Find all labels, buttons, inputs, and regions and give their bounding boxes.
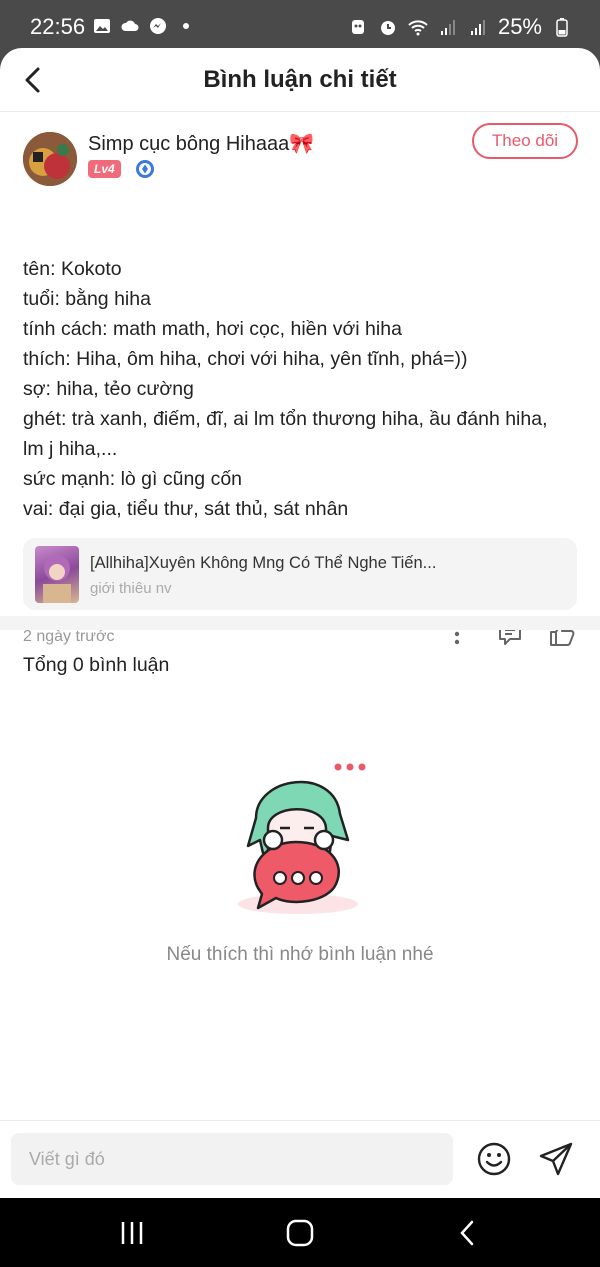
post-line: tuổi: bằng hiha <box>23 288 151 310</box>
system-nav-bar <box>0 1198 600 1267</box>
follow-button[interactable]: Theo dõi <box>472 123 578 159</box>
section-divider <box>0 616 600 630</box>
alarm-icon <box>380 21 395 35</box>
comment-input-bar <box>0 1120 600 1198</box>
book-subtitle: giới thiêu nv <box>90 580 172 597</box>
post-line: sức mạnh: lò gì cũng cốn <box>23 468 243 490</box>
author-name[interactable]: Simp cục bông Hihaaa🎀 <box>88 131 314 156</box>
comment-detail-sheet: Bình luận chi tiết Simp cục bông Hihaaa🎀… <box>0 48 600 1198</box>
post-timestamp: 2 ngày trước <box>23 628 115 645</box>
status-time: 22:56 <box>30 14 86 39</box>
post-line: lm j hiha,... <box>23 438 118 460</box>
battery-icon <box>556 18 568 37</box>
level-badge: Lv4 <box>88 160 121 178</box>
signal-icon <box>440 20 455 35</box>
home-icon[interactable] <box>285 1218 315 1248</box>
avatar-image <box>23 132 77 186</box>
empty-comments-illustration <box>238 763 366 914</box>
cloud-notification-icon <box>121 20 139 31</box>
send-icon[interactable] <box>538 1141 574 1177</box>
post-line: sợ: hiha, tẻo cường <box>23 378 194 400</box>
header: Bình luận chi tiết <box>0 48 600 112</box>
comments-count: Tổng 0 bình luận <box>23 654 170 676</box>
avatar[interactable] <box>23 132 77 186</box>
messenger-notification-icon <box>150 18 166 34</box>
linked-book-card[interactable]: [Allhiha]Xuyên Không Mng Có Thể Nghe Tiế… <box>23 538 577 610</box>
wifi-icon <box>408 20 428 36</box>
emoji-icon[interactable] <box>477 1142 511 1176</box>
signal-icon-2 <box>470 20 485 35</box>
book-cover <box>35 546 79 603</box>
recent-apps-icon[interactable] <box>117 1218 147 1248</box>
post-line: thích: Hiha, ôm hiha, chơi với hiha, yên… <box>23 348 468 370</box>
page-title: Bình luận chi tiết <box>203 66 397 93</box>
comment-input[interactable] <box>11 1133 453 1185</box>
verified-badge-icon <box>136 160 154 178</box>
battery-percent: 25% <box>497 14 542 39</box>
post-line: tính cách: math math, hơi cọc, hiền với … <box>23 318 402 340</box>
post-line: vai: đại gia, tiểu thư, sát thủ, sát nhâ… <box>23 498 349 520</box>
android-icon <box>351 20 364 34</box>
dot-notification-icon <box>183 23 189 29</box>
back-nav-icon[interactable] <box>453 1218 483 1248</box>
post-line: tên: Kokoto <box>23 258 122 280</box>
post-body: tên: Kokoto tuổi: bằng hiha tính cách: m… <box>23 254 583 524</box>
post-line: ghét: trà xanh, điếm, đĩ, ai lm tổn thươ… <box>23 408 548 430</box>
empty-comments-text: Nếu thích thì nhớ bình luận nhé <box>166 944 434 965</box>
book-title: [Allhiha]Xuyên Không Mng Có Thể Nghe Tiế… <box>90 554 437 572</box>
gallery-notification-icon <box>94 19 110 33</box>
